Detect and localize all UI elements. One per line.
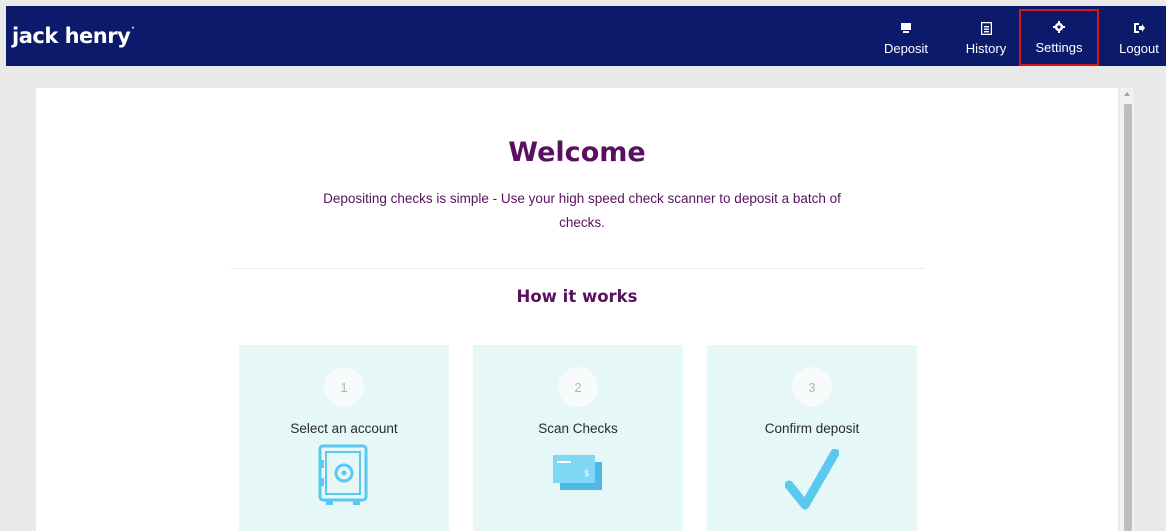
section-title: How it works [516, 287, 638, 306]
nav-history[interactable]: History [954, 12, 1018, 64]
nav-history-label: History [965, 41, 1007, 56]
nav-settings-label: Settings [1035, 40, 1083, 55]
step-number-badge: 1 [324, 367, 364, 407]
nav-settings[interactable]: Settings [1019, 9, 1099, 66]
deposit-icon [900, 18, 912, 38]
history-icon [980, 18, 992, 38]
scrollbar-thumb[interactable] [1124, 104, 1132, 531]
nav-logout[interactable]: Logout [1112, 12, 1166, 64]
scroll-up-icon[interactable] [1124, 92, 1130, 96]
step-number-badge: 2 [558, 367, 598, 407]
step-card-confirm-deposit: 3 Confirm deposit [707, 345, 917, 531]
checkmark-icon [784, 448, 840, 516]
page-title: Welcome [508, 137, 646, 168]
step-number-badge: 3 [792, 367, 832, 407]
step-card-select-account: 1 Select an account [239, 345, 449, 531]
step-label: Select an account [290, 421, 398, 436]
checks-icon: $ [552, 454, 604, 497]
top-navigation-bar: jack henry· Deposit History Settings Log… [6, 6, 1166, 66]
step-card-scan-checks: 2 Scan Checks $ [473, 345, 683, 531]
svg-text:$: $ [584, 469, 590, 479]
step-label: Confirm deposit [764, 421, 860, 436]
brand-text: jack henry [12, 24, 131, 48]
brand-logo[interactable]: jack henry· [12, 24, 135, 48]
nav-deposit[interactable]: Deposit [874, 12, 938, 64]
welcome-subtitle: Depositing checks is simple - Use your h… [323, 191, 841, 230]
gear-icon [1053, 17, 1065, 37]
safe-icon [318, 444, 368, 511]
nav-logout-label: Logout [1119, 41, 1159, 56]
section-divider [231, 268, 925, 269]
brand-mark: · [131, 24, 135, 34]
step-label: Scan Checks [538, 421, 618, 436]
main-content-panel: Welcome Depositing checks is simple - Us… [36, 88, 1118, 531]
logout-icon [1133, 18, 1145, 38]
nav-deposit-label: Deposit [883, 41, 929, 56]
